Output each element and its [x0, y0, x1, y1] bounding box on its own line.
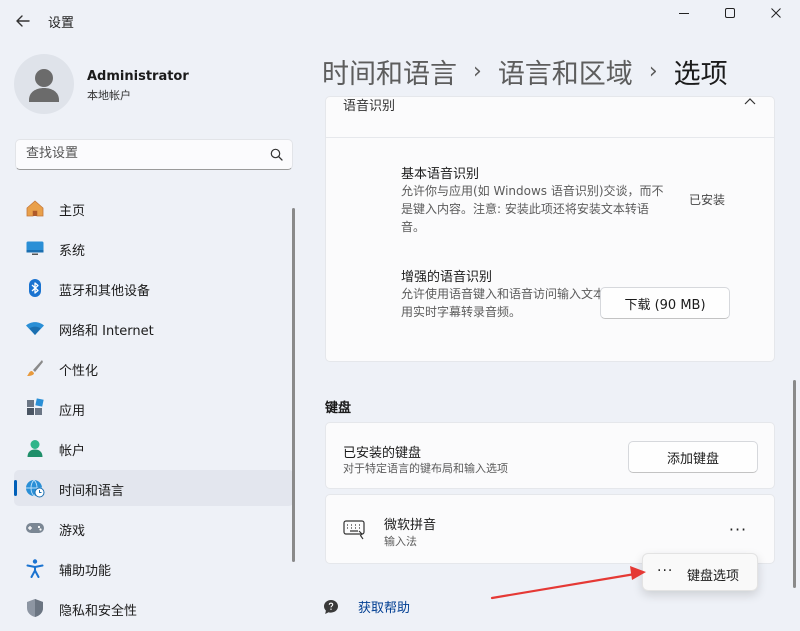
user-avatar-icon — [29, 69, 59, 102]
wifi-icon — [26, 322, 44, 335]
person-icon — [27, 440, 43, 457]
sidebar-item-home[interactable]: 主页 — [14, 190, 294, 226]
sidebar-item-label: 系统 — [59, 244, 86, 259]
get-help-link[interactable]: 获取帮助 — [322, 597, 410, 616]
sidebar-item-privacy[interactable]: 隐私和安全性 — [14, 590, 294, 626]
breadcrumb: 时间和语言 › 语言和区域 › 选项 — [322, 52, 728, 91]
sidebar-nav: 主页 系统 蓝牙和其他设备 网络和 Internet 个性化 应用 帐户 时间和… — [14, 190, 294, 630]
maximize-button[interactable] — [713, 4, 747, 26]
sidebar-item-label: 辅助功能 — [59, 564, 112, 579]
back-button[interactable] — [12, 10, 34, 32]
add-keyboard-button[interactable]: 添加键盘 — [628, 441, 758, 473]
sidebar-item-accounts[interactable]: 帐户 — [14, 430, 294, 466]
user-name: Administrator — [87, 69, 189, 84]
sidebar-item-bluetooth[interactable]: 蓝牙和其他设备 — [14, 270, 294, 306]
breadcrumb-time-language[interactable]: 时间和语言 — [322, 52, 457, 91]
sidebar-item-accessibility[interactable]: 辅助功能 — [14, 550, 294, 586]
account-type: 本地帐户 — [87, 89, 131, 102]
globe-clock-icon — [26, 479, 45, 498]
active-indicator — [14, 480, 17, 496]
close-icon — [771, 8, 781, 18]
minimize-button[interactable] — [667, 4, 701, 26]
download-button[interactable]: 下载 (90 MB) — [600, 287, 730, 319]
sidebar-scrollbar[interactable] — [292, 208, 295, 562]
gamepad-icon — [26, 523, 44, 533]
annotation-arrow-line — [490, 572, 637, 600]
installed-keyboards-card: 已安装的键盘 对于特定语言的键布局和输入选项 添加键盘 — [325, 422, 775, 489]
help-chat-icon — [324, 599, 338, 614]
breadcrumb-separator: › — [648, 59, 658, 84]
sidebar-item-personalization[interactable]: 个性化 — [14, 350, 294, 386]
keyboard-options-menu: ··· 键盘选项 — [642, 553, 758, 591]
more-options-button[interactable]: ··· — [724, 517, 752, 541]
get-help-label: 获取帮助 — [358, 601, 411, 616]
title-bar: 设置 — [0, 0, 800, 42]
basic-speech-status: 已安装 — [689, 193, 726, 207]
sidebar-item-network[interactable]: 网络和 Internet — [14, 310, 294, 346]
more-icon: ··· — [657, 563, 674, 579]
basic-speech-description: 允许你与应用(如 Windows 语音识别)交谈，而不是键入内容。注意: 安装此… — [401, 184, 664, 234]
speech-section-header[interactable]: 语音识别 — [343, 97, 395, 114]
sidebar-item-apps[interactable]: 应用 — [14, 390, 294, 426]
sidebar-item-time-language[interactable]: 时间和语言 — [14, 470, 294, 506]
sidebar-item-label: 帐户 — [59, 444, 86, 459]
search-box[interactable] — [15, 139, 293, 170]
accessibility-icon — [26, 559, 44, 578]
apps-icon — [27, 398, 44, 415]
bluetooth-icon — [29, 279, 41, 297]
ime-name: 微软拼音 — [384, 518, 437, 533]
chevron-up-icon[interactable] — [743, 97, 757, 107]
enhanced-speech-title: 增强的语音识别 — [401, 270, 493, 285]
shield-icon — [27, 599, 43, 617]
sidebar-item-label: 网络和 Internet — [59, 324, 154, 339]
back-arrow-icon — [16, 15, 30, 27]
close-button[interactable] — [759, 4, 793, 26]
keyboard-icon — [343, 520, 365, 540]
sidebar-item-label: 主页 — [59, 204, 86, 219]
avatar — [14, 54, 74, 114]
search-icon[interactable] — [269, 147, 285, 163]
monitor-icon — [26, 241, 44, 255]
sidebar-item-label: 时间和语言 — [59, 484, 125, 499]
sidebar-item-label: 游戏 — [59, 524, 86, 539]
ime-type: 输入法 — [384, 535, 417, 548]
breadcrumb-separator: › — [473, 59, 482, 84]
sidebar-item-system[interactable]: 系统 — [14, 230, 294, 266]
maximize-icon — [725, 8, 735, 18]
sidebar-item-gaming[interactable]: 游戏 — [14, 510, 294, 546]
sidebar-item-label: 隐私和安全性 — [59, 604, 138, 619]
app-title: 设置 — [48, 16, 75, 31]
page-title: 选项 — [673, 59, 728, 90]
search-input[interactable] — [26, 146, 256, 161]
menu-item-keyboard-options[interactable]: 键盘选项 — [687, 565, 739, 584]
breadcrumb-language-region[interactable]: 语言和区域 — [498, 52, 633, 91]
sidebar-item-label: 个性化 — [59, 364, 99, 379]
main-scrollbar[interactable] — [793, 380, 796, 588]
installed-keyboards-title: 已安装的键盘 — [343, 446, 422, 461]
basic-speech-title: 基本语音识别 — [401, 167, 480, 182]
divider — [326, 137, 774, 138]
brush-icon — [27, 360, 43, 376]
keyboard-section-heading: 键盘 — [325, 401, 352, 416]
sidebar-item-label: 蓝牙和其他设备 — [59, 284, 151, 299]
sidebar-item-label: 应用 — [59, 404, 86, 419]
minimize-icon — [679, 13, 689, 14]
speech-recognition-card: 语音识别 基本语音识别 允许你与应用(如 Windows 语音识别)交谈，而不是… — [325, 96, 775, 362]
installed-keyboards-description: 对于特定语言的键布局和输入选项 — [343, 462, 508, 475]
home-icon — [26, 200, 44, 217]
